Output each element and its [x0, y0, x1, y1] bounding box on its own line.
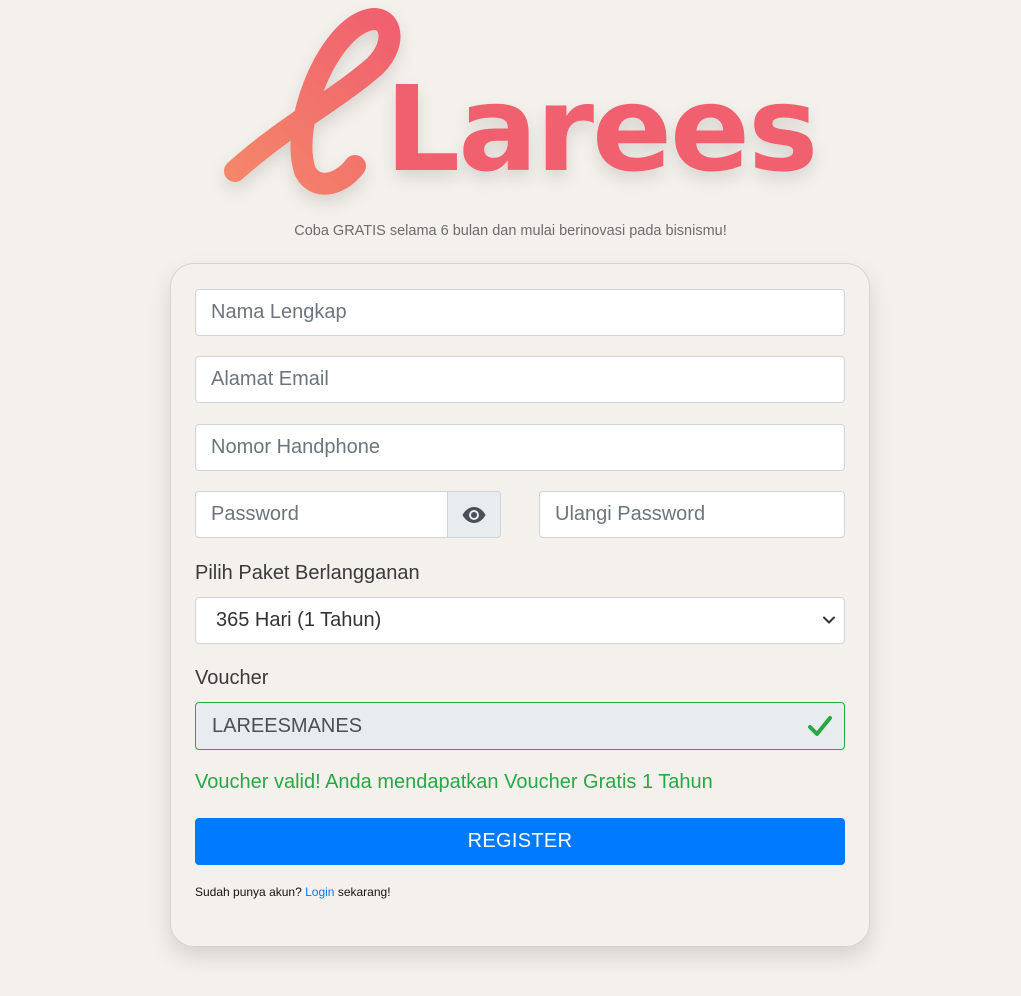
full-name-input[interactable]	[195, 289, 845, 336]
login-prompt-prefix: Sudah punya akun?	[195, 885, 302, 899]
confirm-password-input[interactable]	[539, 491, 845, 538]
email-input[interactable]	[195, 356, 845, 403]
logo-initial-e	[224, 8, 401, 195]
package-label: Pilih Paket Berlangganan	[195, 562, 420, 584]
package-selected-value: 365 Hari (1 Tahun)	[216, 609, 382, 631]
eye-icon	[462, 506, 486, 523]
brand-logo: Larees	[224, 6, 818, 206]
login-prompt-suffix: sekarang!	[337, 885, 391, 899]
voucher-input[interactable]: LAREESMANES	[195, 702, 845, 750]
package-select[interactable]: 365 Hari (1 Tahun)	[195, 597, 845, 644]
login-prompt: Sudah punya akun? Login sekarang!	[195, 885, 391, 899]
phone-input[interactable]	[195, 424, 845, 471]
toggle-password-button[interactable]	[447, 491, 501, 538]
voucher-label: Voucher	[195, 667, 269, 689]
voucher-valid-message: Voucher valid! Anda mendapatkan Voucher …	[195, 771, 713, 793]
voucher-value: LAREESMANES	[212, 714, 363, 737]
chevron-down-icon	[823, 616, 835, 624]
login-link[interactable]: Login	[305, 885, 334, 899]
check-icon	[808, 716, 832, 736]
password-input[interactable]	[195, 491, 448, 538]
register-button[interactable]: REGISTER	[195, 818, 845, 865]
tagline: Coba GRATIS selama 6 bulan dan mulai ber…	[294, 223, 727, 239]
logo-wordmark: Larees	[385, 60, 816, 198]
